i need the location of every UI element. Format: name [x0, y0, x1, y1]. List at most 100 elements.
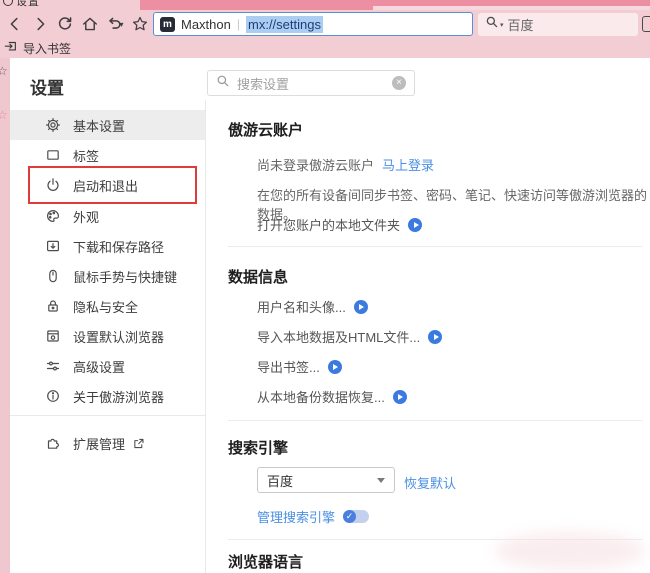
sidebar-item-basic-settings[interactable]: 基本设置 — [10, 110, 205, 140]
restore-default-link[interactable]: 恢复默认 — [404, 473, 456, 492]
star-icon — [131, 15, 149, 33]
mouse-icon — [45, 268, 61, 284]
lock-icon — [45, 298, 61, 314]
url-text-selected[interactable]: mx://settings — [246, 16, 323, 33]
tab-favicon-icon — [3, 0, 13, 6]
settings-search-placeholder: 搜索设置 — [237, 74, 392, 93]
section-title-browser-language: 浏览器语言 — [228, 551, 303, 572]
puzzle-icon — [45, 435, 61, 451]
import-bookmarks-button[interactable]: 导入书签 — [4, 39, 71, 58]
external-link-icon — [132, 437, 145, 450]
sidebar-item-label: 设置默认浏览器 — [73, 327, 164, 346]
sidebar-item-mouse-gestures[interactable]: 鼠标手势与快捷键 — [10, 261, 205, 291]
manage-search-engines-link[interactable]: 管理搜索引擎 — [257, 507, 335, 526]
nav-buttons: ▾ — [2, 10, 152, 38]
side-star2-icon[interactable]: ☆ — [0, 108, 8, 122]
section-divider — [228, 420, 642, 421]
sidebar-item-label: 外观 — [73, 207, 99, 226]
tab-strip-dark-band — [140, 0, 373, 10]
manage-toggle[interactable]: ✓ — [343, 510, 369, 523]
tab-strip-dark-band-right — [373, 0, 650, 6]
clear-search-icon[interactable]: × — [392, 76, 406, 90]
open-local-folder-row[interactable]: 打开您账户的本地文件夹 — [257, 215, 422, 234]
refresh-button[interactable] — [52, 12, 77, 36]
refresh-icon — [56, 15, 74, 33]
browser-side-strip: ☆ ☆ — [0, 58, 10, 573]
open-arrow-icon[interactable] — [354, 300, 368, 314]
address-separator: | — [237, 17, 240, 31]
undo-button[interactable]: ▾ — [102, 12, 127, 36]
settings-search-icon — [216, 74, 230, 93]
forward-icon — [31, 15, 49, 33]
import-bookmarks-icon — [4, 39, 18, 58]
forward-button[interactable] — [27, 12, 52, 36]
bookmarks-bar: 导入书签 — [0, 38, 650, 58]
favorites-button[interactable] — [127, 12, 152, 36]
settings-search-box[interactable]: 搜索设置 × — [207, 70, 415, 96]
home-button[interactable] — [77, 12, 102, 36]
side-star-icon[interactable]: ☆ — [0, 64, 8, 78]
sliders-icon — [45, 358, 61, 374]
download-folder-icon — [45, 238, 61, 254]
search-engine-dropdown-icon[interactable]: ▾ — [500, 21, 504, 29]
sidebar-item-label: 鼠标手势与快捷键 — [73, 267, 177, 286]
import-bookmarks-label: 导入书签 — [23, 40, 71, 57]
open-local-folder-label: 打开您账户的本地文件夹 — [257, 215, 400, 234]
sidebar-item-advanced-settings[interactable]: 高级设置 — [10, 351, 205, 381]
restore-backup-row[interactable]: 从本地备份数据恢复... — [257, 387, 407, 406]
watermark-smudge — [495, 532, 645, 570]
login-link[interactable]: 马上登录 — [382, 155, 434, 174]
address-bar[interactable]: m Maxthon | mx://settings — [153, 12, 473, 36]
sidebar-item-label: 标签 — [73, 146, 99, 165]
home-icon — [81, 15, 99, 33]
address-brand: Maxthon — [181, 17, 231, 32]
sidebar-item-download-paths[interactable]: 下载和保存路径 — [10, 231, 205, 261]
section-divider — [228, 246, 642, 247]
sidebar-item-extension-manager[interactable]: 扩展管理 — [10, 428, 205, 458]
sidebar-item-default-browser[interactable]: 设置默认浏览器 — [10, 321, 205, 351]
import-local-data-row[interactable]: 导入本地数据及HTML文件... — [257, 327, 442, 346]
sidebar-section-divider — [10, 415, 205, 416]
open-arrow-icon[interactable] — [328, 360, 342, 374]
back-button[interactable] — [2, 12, 27, 36]
section-title-data-info: 数据信息 — [228, 266, 288, 287]
browser-window: 设置 ▾ m Maxthon | mx://settings — [0, 0, 650, 573]
sidebar-item-label: 下载和保存路径 — [73, 237, 164, 256]
info-icon — [45, 388, 61, 404]
undo-dropdown-icon[interactable]: ▾ — [119, 20, 123, 29]
page-title: 设置 — [30, 74, 64, 99]
search-engine-name: 百度 — [508, 15, 534, 34]
browser-window-icon — [45, 328, 61, 344]
section-title-search-engine: 搜索引擎 — [228, 437, 288, 458]
open-arrow-icon[interactable] — [428, 330, 442, 344]
sidebar-item-label: 关于傲游浏览器 — [73, 387, 164, 406]
check-icon: ✓ — [343, 510, 356, 523]
active-tab[interactable]: 设置 — [0, 0, 140, 10]
tab-title: 设置 — [16, 0, 40, 9]
account-status-row: 尚未登录傲游云账户 马上登录 — [257, 155, 434, 174]
sidebar-divider — [205, 100, 206, 573]
maxthon-logo-icon: m — [160, 17, 175, 32]
toolbar-search-box[interactable]: ▾ 百度 — [478, 13, 638, 36]
tab-icon — [45, 147, 61, 163]
open-arrow-icon[interactable] — [393, 390, 407, 404]
sidebar-item-label: 隐私与安全 — [73, 297, 138, 316]
snap-tool-icon[interactable] — [642, 16, 650, 32]
open-arrow-icon[interactable] — [408, 218, 422, 232]
palette-icon — [45, 208, 61, 224]
account-status-text: 尚未登录傲游云账户 — [257, 155, 374, 174]
section-title-cloud-account: 傲游云账户 — [228, 119, 303, 140]
chevron-down-icon — [377, 478, 385, 483]
annotation-red-box — [28, 166, 197, 204]
username-avatar-row[interactable]: 用户名和头像... — [257, 297, 368, 316]
sidebar-item-label: 基本设置 — [73, 116, 125, 135]
sidebar-item-label: 高级设置 — [73, 357, 125, 376]
sidebar-item-appearance[interactable]: 外观 — [10, 201, 205, 231]
sidebar-item-privacy-security[interactable]: 隐私与安全 — [10, 291, 205, 321]
sidebar-item-about[interactable]: 关于傲游浏览器 — [10, 381, 205, 411]
sidebar-item-label: 扩展管理 — [73, 434, 125, 453]
export-bookmarks-row[interactable]: 导出书签... — [257, 357, 342, 376]
manage-search-engines-row[interactable]: 管理搜索引擎 ✓ — [257, 507, 369, 526]
tab-strip: 设置 — [0, 0, 650, 10]
search-engine-select[interactable]: 百度 — [257, 467, 395, 493]
